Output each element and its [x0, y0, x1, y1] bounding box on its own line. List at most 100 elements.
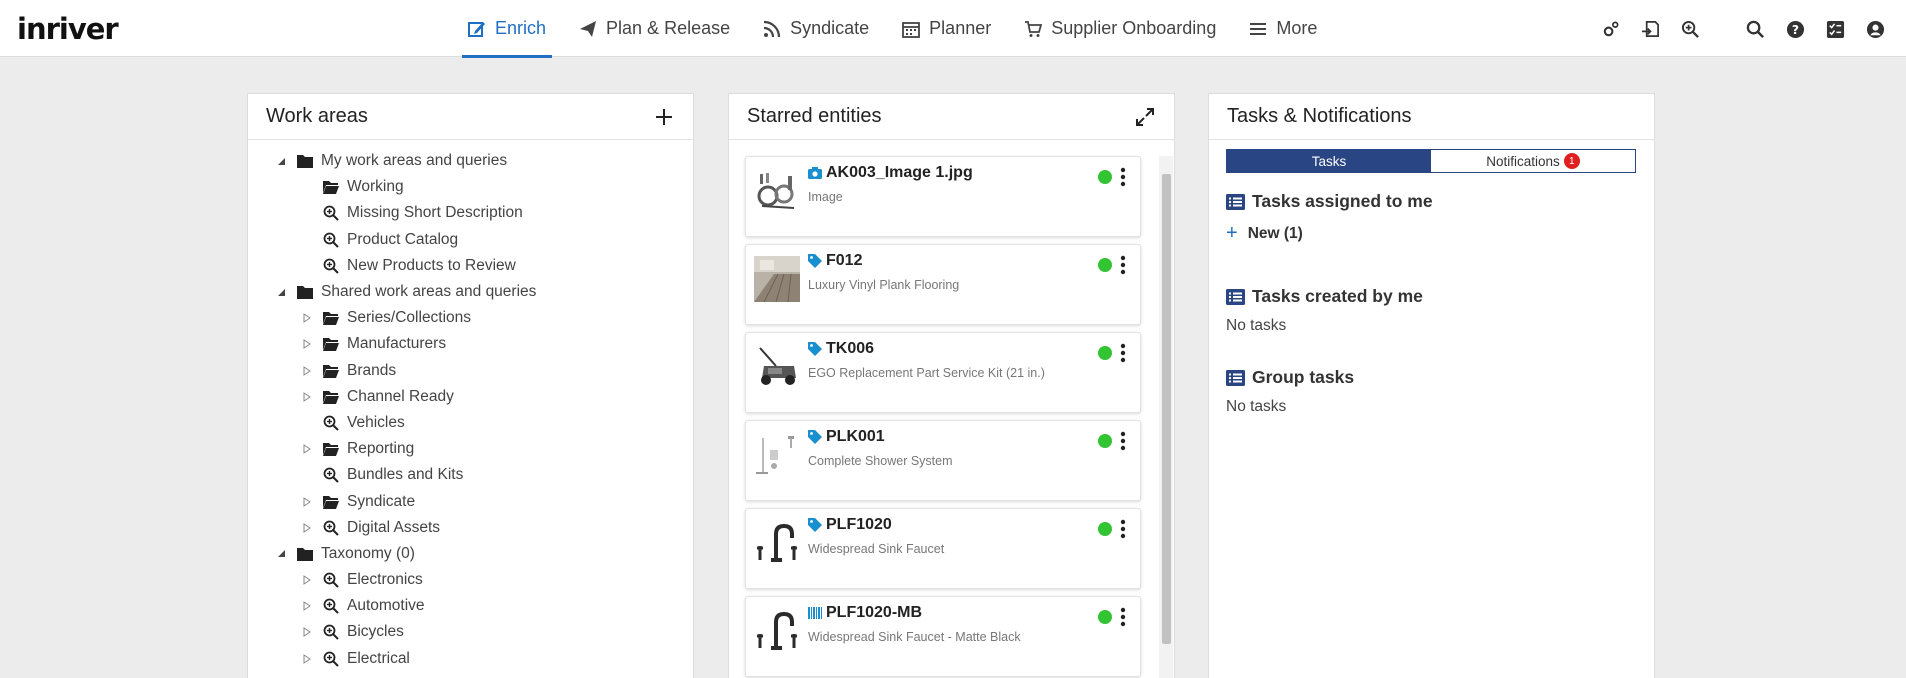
tree-node[interactable]: Automotive: [248, 593, 693, 619]
entity-title[interactable]: TK006: [826, 340, 874, 358]
tab-notifications[interactable]: Notifications 1: [1431, 150, 1635, 172]
entity-title[interactable]: PLK001: [826, 428, 885, 446]
caret-collapsed-icon[interactable]: [302, 601, 312, 612]
folder-open-icon: [322, 335, 340, 353]
query-icon: [322, 650, 340, 668]
new-tasks-link[interactable]: + New (1): [1226, 222, 1433, 245]
tree-node[interactable]: Syndicate: [248, 488, 693, 514]
caret-collapsed-icon[interactable]: [302, 313, 312, 324]
status-dot: [1098, 610, 1112, 624]
more-options-icon[interactable]: [1116, 430, 1130, 452]
tag-icon: [808, 518, 822, 532]
caret-expanded-icon[interactable]: [276, 549, 286, 559]
tree-node[interactable]: Electronics: [248, 567, 693, 593]
entity-card[interactable]: PLK001 Complete Shower System: [745, 420, 1141, 501]
folder-icon: [296, 545, 314, 563]
tasks-tab-group: Tasks Notifications 1: [1226, 149, 1636, 173]
caret-expanded-icon[interactable]: [276, 156, 286, 166]
tree-node[interactable]: Channel Ready: [248, 384, 693, 410]
tree-node[interactable]: Product Catalog: [248, 227, 693, 253]
search-icon[interactable]: [1744, 18, 1766, 40]
tree-node[interactable]: Digital Assets: [248, 515, 693, 541]
more-options-icon[interactable]: [1116, 166, 1130, 188]
entity-subtitle: Widespread Sink Faucet - Matte Black: [808, 630, 1021, 644]
more-options-icon[interactable]: [1116, 254, 1130, 276]
work-area-tree: My work areas and queries Working Missing …: [248, 140, 693, 672]
query-icon: [322, 519, 340, 537]
tree-node[interactable]: Manufacturers: [248, 331, 693, 357]
nav-item-enrich[interactable]: Enrich: [462, 0, 553, 58]
tree-node[interactable]: Bicycles: [248, 619, 693, 645]
folder-open-icon: [322, 309, 340, 327]
nav-item-syndicate[interactable]: Syndicate: [757, 0, 875, 57]
work-areas-header: Work areas: [248, 94, 693, 140]
tree-node[interactable]: Vehicles: [248, 410, 693, 436]
help-icon[interactable]: ?: [1784, 18, 1806, 40]
edit-icon: [468, 21, 485, 37]
tree-node[interactable]: Working: [248, 174, 693, 200]
tree-node[interactable]: Missing Short Description: [248, 200, 693, 226]
entity-card[interactable]: PLF1020 Widespread Sink Faucet: [745, 508, 1141, 589]
more-options-icon[interactable]: [1116, 606, 1130, 628]
nav-item-plan-release[interactable]: Plan & Release: [573, 0, 736, 57]
caret-expanded-icon[interactable]: [276, 287, 286, 297]
tasks-icon[interactable]: [1824, 18, 1846, 40]
plus-icon[interactable]: [653, 106, 675, 128]
caret-collapsed-icon[interactable]: [302, 391, 312, 402]
nav-item-label: Plan & Release: [606, 18, 731, 38]
folder-open-icon: [322, 388, 340, 406]
nav-item-label: Enrich: [495, 18, 547, 38]
caret-collapsed-icon[interactable]: [302, 339, 312, 350]
tree-node-label: Product Catalog: [347, 230, 459, 248]
caret-collapsed-icon[interactable]: [302, 444, 312, 455]
caret-collapsed-icon[interactable]: [302, 365, 312, 376]
nav-item-more[interactable]: More: [1243, 0, 1323, 57]
import-icon[interactable]: [1639, 18, 1661, 40]
nav-item-label: Planner: [929, 18, 992, 38]
zoom-in-icon[interactable]: [1679, 18, 1701, 40]
caret-collapsed-icon[interactable]: [302, 522, 312, 533]
settings-icon[interactable]: [1599, 18, 1621, 40]
tree-node[interactable]: New Products to Review: [248, 253, 693, 279]
tree-node-label: Missing Short Description: [347, 204, 523, 222]
tree-node[interactable]: Series/Collections: [248, 305, 693, 331]
caret-collapsed-icon[interactable]: [302, 496, 312, 507]
tree-node[interactable]: Electrical: [248, 646, 693, 672]
caret-collapsed-icon[interactable]: [302, 627, 312, 638]
folder-icon: [296, 283, 314, 301]
entity-title[interactable]: AK003_Image 1.jpg: [826, 164, 973, 182]
nav-item-planner[interactable]: Planner: [896, 0, 997, 57]
tree-node[interactable]: My work areas and queries: [248, 148, 693, 174]
expand-icon[interactable]: [1134, 106, 1156, 128]
tab-tasks[interactable]: Tasks: [1227, 150, 1431, 172]
entity-title[interactable]: F012: [826, 252, 862, 270]
work-areas-panel: Work areas My work areas and queries Work…: [247, 93, 694, 678]
entity-thumbnail: [754, 168, 800, 214]
tree-node[interactable]: Reporting: [248, 436, 693, 462]
status-dot: [1098, 170, 1112, 184]
more-options-icon[interactable]: [1116, 342, 1130, 364]
app-logo[interactable]: inriver: [17, 12, 119, 46]
tree-node[interactable]: Taxonomy (0): [248, 541, 693, 567]
entity-card[interactable]: PLF1020-MB Widespread Sink Faucet - Matte…: [745, 596, 1141, 677]
caret-collapsed-icon[interactable]: [302, 653, 312, 664]
more-options-icon[interactable]: [1116, 518, 1130, 540]
user-icon[interactable]: [1864, 18, 1886, 40]
tree-node[interactable]: Shared work areas and queries: [248, 279, 693, 305]
starred-header: Starred entities: [729, 94, 1174, 140]
tab-label: Tasks: [1311, 153, 1347, 169]
caret-collapsed-icon[interactable]: [302, 575, 312, 586]
entity-card[interactable]: TK006 EGO Replacement Part Service Kit (2…: [745, 332, 1141, 413]
calendar-icon: [902, 21, 921, 38]
nav-item-supplier-onboarding[interactable]: Supplier Onboarding: [1018, 0, 1222, 57]
entity-card[interactable]: F012 Luxury Vinyl Plank Flooring: [745, 244, 1141, 325]
status-dot: [1098, 522, 1112, 536]
tree-node[interactable]: Brands: [248, 358, 693, 384]
query-icon: [322, 571, 340, 589]
entity-title[interactable]: PLF1020: [826, 516, 892, 534]
list-icon: [1226, 369, 1245, 386]
entity-card[interactable]: AK003_Image 1.jpg Image: [745, 156, 1141, 237]
tree-node[interactable]: Bundles and Kits: [248, 462, 693, 488]
scrollbar-thumb[interactable]: [1162, 174, 1171, 644]
entity-title[interactable]: PLF1020-MB: [826, 604, 922, 622]
